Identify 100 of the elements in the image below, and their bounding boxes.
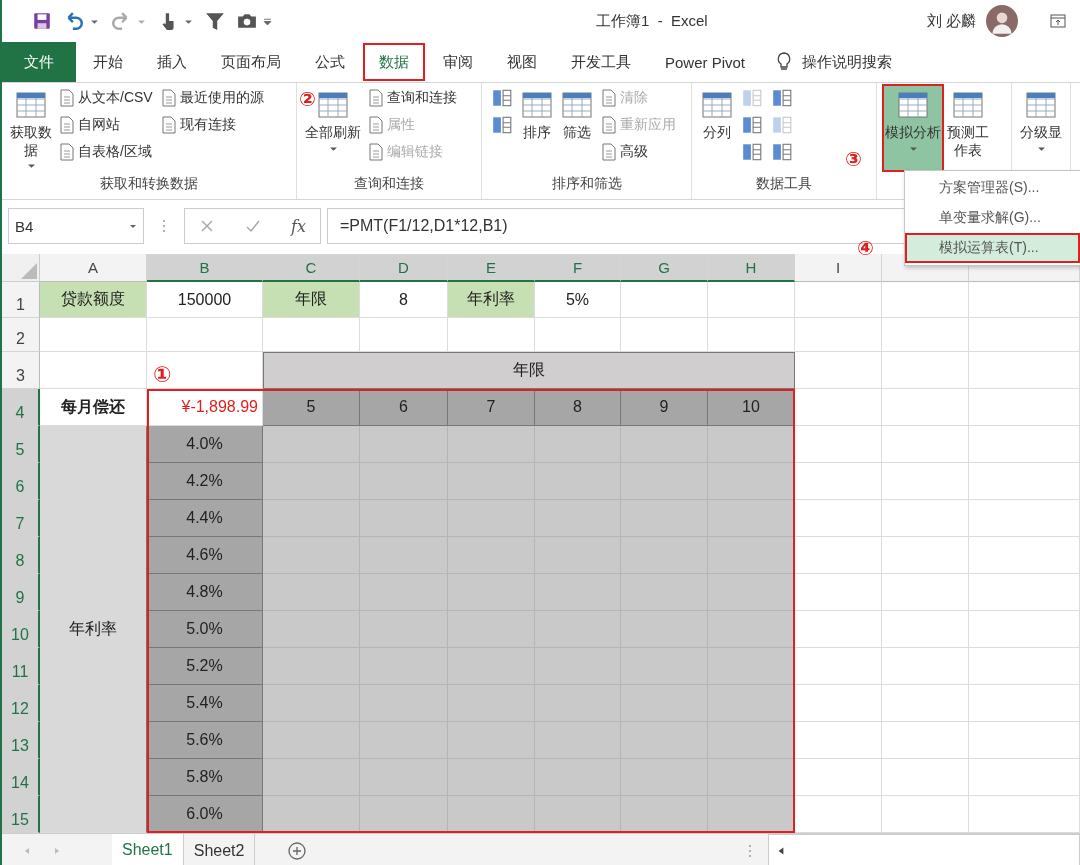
cancel-icon[interactable] [199, 218, 215, 234]
columns-icon[interactable] [741, 114, 763, 136]
columns-icon[interactable] [741, 141, 763, 163]
ribbon-tab[interactable]: Power Pivot [648, 42, 763, 82]
document-icon [59, 89, 75, 107]
menu-item[interactable]: 模拟运算表(T)... [905, 233, 1080, 263]
table-cell: 4.0% [147, 426, 263, 463]
ribbon-button[interactable]: 排序 [518, 85, 556, 171]
row-header[interactable]: 1 [2, 282, 40, 318]
ribbon-button[interactable]: 自网站 [56, 112, 156, 138]
ribbon-button[interactable]: 筛选 [558, 85, 596, 171]
camera-icon[interactable] [237, 11, 257, 31]
ribbon-display-icon[interactable] [1050, 13, 1066, 29]
columns-icon[interactable] [771, 87, 793, 109]
table-cell: 10 [708, 389, 795, 426]
columns-icon[interactable] [491, 87, 513, 109]
group-label: 排序和筛选 [550, 175, 623, 193]
ribbon-tab[interactable]: 视图 [490, 42, 554, 82]
menu-item[interactable]: 方案管理器(S)... [905, 173, 1080, 203]
row-header[interactable]: 8 [2, 537, 40, 574]
ribbon-button[interactable]: 查询和连接 [365, 85, 460, 111]
row-header[interactable]: 9 [2, 574, 40, 611]
customize-icon[interactable] [263, 16, 272, 26]
lightbulb-icon[interactable] [776, 52, 793, 72]
ribbon-button[interactable]: 高级 [598, 139, 679, 165]
sheet-tab[interactable]: Sheet1 [112, 834, 184, 865]
tell-me-search[interactable]: 操作说明搜索 [802, 52, 893, 72]
document-icon [368, 89, 384, 107]
ribbon-button[interactable]: 分级显 [1018, 85, 1064, 171]
add-sheet-icon[interactable] [287, 841, 308, 861]
table-cell: 5.2% [147, 648, 263, 685]
caret-icon[interactable] [129, 222, 137, 230]
document-icon [368, 116, 384, 134]
menu-item[interactable]: 单变量求解(G)... [905, 203, 1080, 233]
column-header[interactable]: D [360, 254, 448, 282]
ribbon-tab[interactable]: 审阅 [426, 42, 490, 82]
row-header[interactable]: 2 [2, 318, 40, 352]
table-cell: 年限 [263, 352, 795, 389]
ribbon-tab[interactable]: 公式 [298, 42, 362, 82]
table-cell: 4.8% [147, 574, 263, 611]
row-header[interactable]: 4 [2, 389, 40, 426]
table-cell: 4.6% [147, 537, 263, 574]
document-icon [160, 89, 177, 107]
ribbon-button[interactable]: 分列 [698, 85, 736, 171]
ribbon-tab[interactable]: 开始 [76, 42, 140, 82]
row-header[interactable]: 15 [2, 796, 40, 833]
file-tab[interactable]: 文件 [2, 42, 76, 82]
column-header[interactable]: I [795, 254, 882, 282]
row-header[interactable]: 14 [2, 759, 40, 796]
ribbon-tab[interactable]: 数据 [362, 42, 426, 82]
columns-icon[interactable] [771, 141, 793, 163]
check-icon[interactable] [245, 218, 261, 234]
row-header[interactable]: 7 [2, 500, 40, 537]
filter-icon[interactable] [205, 11, 225, 31]
column-header[interactable]: B [147, 254, 263, 282]
ribbon-button[interactable]: 现有连接 [157, 112, 267, 138]
columns-icon[interactable] [491, 114, 513, 136]
table-cell: 4.2% [147, 463, 263, 500]
column-header[interactable]: H [708, 254, 795, 282]
column-header[interactable]: E [448, 254, 535, 282]
ribbon-button[interactable]: 获取数据 [8, 85, 54, 173]
group-label: 查询和连接 [353, 175, 425, 193]
resize-handle-icon[interactable] [162, 218, 166, 234]
ribbon-tab[interactable]: 开发工具 [554, 42, 648, 82]
table-cell: 5.0% [147, 611, 263, 648]
document-icon [59, 143, 75, 161]
save-icon[interactable] [32, 11, 52, 31]
step-marker: ③ [845, 149, 862, 169]
table-cell: 5% [535, 282, 621, 318]
row-header[interactable]: 11 [2, 648, 40, 685]
table-cell: 年利率 [40, 426, 147, 833]
ribbon-button[interactable]: 预测工作表 [945, 85, 991, 171]
user-name[interactable]: 刘 必麟 [926, 11, 976, 31]
column-header[interactable]: A [40, 254, 147, 282]
table-cell: 年限 [263, 282, 360, 318]
splitter-handle-icon[interactable] [748, 843, 752, 859]
horizontal-scrollbar[interactable] [768, 834, 1080, 865]
ribbon-tab[interactable]: 插入 [140, 42, 204, 82]
step-marker: ② [299, 89, 316, 109]
row-header[interactable]: 12 [2, 685, 40, 722]
document-icon [59, 116, 75, 134]
column-header[interactable]: F [535, 254, 621, 282]
name-box[interactable]: B4 [8, 208, 144, 244]
window-title: 工作簿1 - Excel [595, 11, 709, 31]
document-icon [601, 143, 617, 161]
sheet-tab[interactable]: Sheet2 [183, 834, 256, 865]
avatar[interactable] [986, 5, 1018, 37]
ribbon-button[interactable]: 自表格/区域 [56, 139, 156, 165]
insert-function-button[interactable]: fx [291, 216, 306, 236]
row-header[interactable]: 10 [2, 611, 40, 648]
row-header[interactable]: 13 [2, 722, 40, 759]
column-header[interactable]: C [263, 254, 360, 282]
ribbon-button[interactable]: 最近使用的源 [157, 85, 267, 111]
ribbon-button[interactable]: 从文本/CSV [56, 85, 156, 111]
table-cell: 5 [263, 389, 360, 426]
row-header[interactable]: 5 [2, 426, 40, 463]
row-header[interactable]: 6 [2, 463, 40, 500]
ribbon-tab[interactable]: 页面布局 [204, 42, 298, 82]
row-header[interactable]: 3 [2, 352, 40, 389]
column-header[interactable]: G [621, 254, 708, 282]
